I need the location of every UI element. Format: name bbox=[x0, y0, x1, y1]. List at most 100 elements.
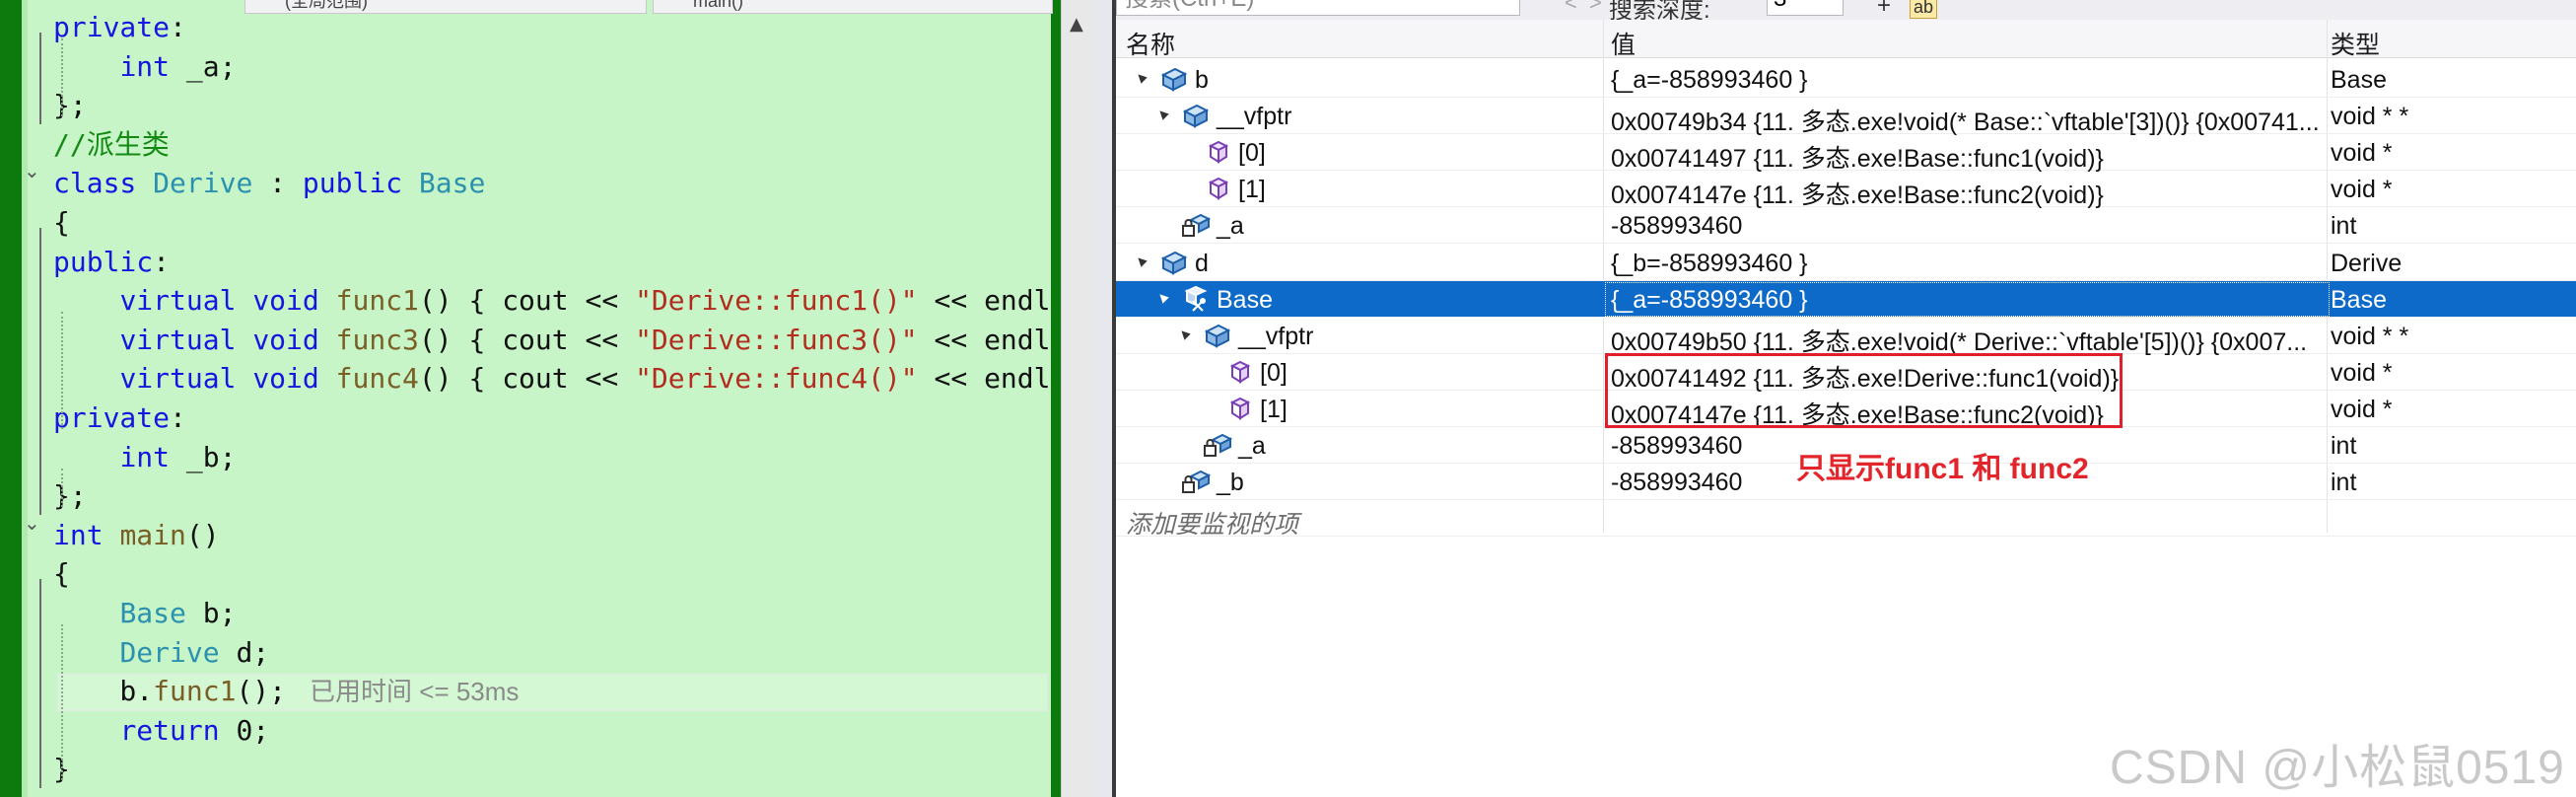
code-line[interactable]: virtual void func4() { cout << "Derive::… bbox=[53, 360, 1096, 398]
column-name-header[interactable]: 名称 bbox=[1126, 26, 1175, 61]
code-token: "Derive::func1()" bbox=[635, 284, 918, 318]
annotation-text: 只显示func1 和 func2 bbox=[1796, 453, 2089, 485]
watch-search-input[interactable]: 搜索(Ctrl+E) bbox=[1116, 0, 1520, 16]
add-watch-row[interactable]: 添加要监视的项 bbox=[1116, 500, 2576, 539]
watch-type: void * bbox=[2331, 358, 2393, 387]
watch-type: void * * bbox=[2331, 322, 2409, 350]
member-dropdown-label: main() bbox=[693, 0, 744, 11]
search-depth-label: 搜索深度: bbox=[1609, 0, 1710, 20]
code-editor[interactable]: private: int _a;}; //派生类 class Derive : pu… bbox=[0, 0, 1096, 797]
watch-value[interactable]: 0x00749b34 {11. 多态.exe!void(* Base::`vft… bbox=[1611, 103, 2323, 138]
fold-toggle-icon[interactable]: ⌄ bbox=[24, 511, 40, 535]
object-icon bbox=[1159, 249, 1189, 276]
fold-region-line bbox=[39, 33, 41, 124]
code-token: }; bbox=[53, 479, 87, 513]
watch-name: [1] bbox=[1260, 395, 1288, 423]
watch-type: int bbox=[2331, 212, 2357, 241]
code-line[interactable]: virtual void func1() { cout << "Derive::… bbox=[53, 282, 1096, 320]
code-line[interactable]: private: bbox=[53, 9, 186, 46]
code-line[interactable]: }; bbox=[53, 477, 87, 515]
code-line[interactable]: { bbox=[53, 555, 70, 593]
pane-splitter[interactable] bbox=[1096, 0, 1112, 797]
code-token: Base bbox=[418, 167, 486, 200]
watch-value[interactable]: {_b=-858993460 } bbox=[1611, 250, 2323, 278]
collapse-arrow-icon[interactable]: ▲ bbox=[1130, 66, 1152, 89]
watch-value[interactable]: 0x0074147e {11. 多态.exe!Base::func2(void)… bbox=[1611, 176, 2323, 211]
scope-dropdown[interactable]: (全局范围) bbox=[244, 0, 647, 14]
watch-row[interactable]: ▲ __vfptr 0x00749b50 {11. 多态.exe!void(* De… bbox=[1116, 318, 2576, 356]
code-line[interactable]: int main() bbox=[53, 517, 220, 554]
search-back-arrow-icon[interactable]: < bbox=[1565, 0, 1577, 16]
collapse-arrow-icon[interactable]: ▲ bbox=[1130, 250, 1152, 272]
watch-value[interactable]: -858993460 bbox=[1611, 212, 2323, 241]
watch-type: Base bbox=[2331, 285, 2387, 314]
collapse-arrow-icon[interactable]: ▲ bbox=[1173, 323, 1196, 345]
code-token: virtual bbox=[119, 362, 237, 396]
watch-row[interactable]: [0] 0x00741497 {11. 多态.exe!Base::func1(vo… bbox=[1116, 134, 2576, 173]
code-token: "Derive::func4()" bbox=[635, 362, 918, 396]
add-watch-icon[interactable]: + bbox=[1877, 0, 1891, 20]
member-dropdown[interactable]: main() bbox=[653, 0, 1053, 14]
code-line[interactable]: public: bbox=[53, 244, 170, 281]
code-token: func1 bbox=[335, 284, 419, 318]
watch-row[interactable]: ▲ Base {_a=-858993460 } Base bbox=[1116, 280, 2576, 318]
code-line[interactable]: return 0; bbox=[53, 712, 269, 750]
watch-name: _a bbox=[1217, 212, 1244, 241]
collapse-arrow-icon[interactable]: ▲ bbox=[1151, 103, 1174, 125]
code-token: int bbox=[119, 440, 171, 473]
code-token: () { cout << bbox=[418, 284, 636, 318]
code-line[interactable]: }; bbox=[53, 87, 87, 124]
code-token: : bbox=[170, 11, 186, 43]
code-token: func3 bbox=[335, 323, 419, 356]
watch-row[interactable]: [1] 0x0074147e {11. 多态.exe!Base::func2(vo… bbox=[1116, 171, 2576, 209]
scope-dropdown-label: (全局范围) bbox=[285, 0, 368, 11]
watch-row[interactable]: ▲ d {_b=-858993460 } Derive bbox=[1116, 245, 2576, 281]
code-line[interactable]: b.func1(); 已用时间 <= 53ms bbox=[53, 673, 519, 710]
code-line[interactable]: int _a; bbox=[53, 48, 236, 86]
code-line[interactable]: //派生类 bbox=[53, 126, 170, 164]
search-forward-arrow-icon[interactable]: > bbox=[1589, 0, 1602, 16]
column-type-header[interactable]: 类型 bbox=[2331, 26, 2380, 61]
code-line[interactable]: virtual void func3() { cout << "Derive::… bbox=[53, 322, 1096, 359]
code-token: : bbox=[170, 401, 186, 434]
watch-name: _a bbox=[1238, 432, 1266, 460]
watch-value[interactable]: 0x00741497 {11. 多态.exe!Base::func1(void)… bbox=[1611, 139, 2323, 175]
watch-row[interactable]: _a -858993460 int bbox=[1116, 207, 2576, 245]
watch-row[interactable]: ▲ __vfptr 0x00749b34 {11. 多态.exe!void(* Ba… bbox=[1116, 98, 2576, 136]
text-visualizer-icon[interactable]: ab bbox=[1910, 0, 1938, 19]
watch-row[interactable]: ▲ b {_a=-858993460 } Base bbox=[1116, 61, 2576, 98]
watch-type: Derive bbox=[2331, 249, 2402, 277]
code-token: _a; bbox=[170, 49, 237, 83]
scroll-up-arrow-icon[interactable]: ▲ bbox=[1070, 14, 1083, 35]
code-line[interactable]: Base b; bbox=[53, 595, 236, 632]
cube-icon bbox=[1224, 395, 1254, 422]
search-depth-select[interactable]: 3 bbox=[1767, 0, 1844, 16]
private-field-icon bbox=[1181, 211, 1212, 239]
code-token: d; bbox=[219, 635, 270, 669]
code-token: return bbox=[119, 713, 220, 747]
watch-value[interactable]: {_a=-858993460 } bbox=[1611, 66, 2323, 95]
code-line[interactable]: int _b; bbox=[53, 439, 236, 476]
collapse-arrow-icon[interactable]: ▲ bbox=[1151, 286, 1174, 309]
watch-window: 搜索(Ctrl+E) < > 搜索深度: 3 + ab 名称 值 类型 ▲ b {_… bbox=[1116, 0, 2576, 797]
watch-name: _b bbox=[1217, 469, 1244, 497]
column-value-header[interactable]: 值 bbox=[1611, 26, 1636, 61]
perf-tip: 已用时间 <= 53ms bbox=[310, 677, 520, 707]
fold-toggle-icon[interactable]: ⌄ bbox=[24, 159, 40, 182]
code-token: public bbox=[53, 245, 154, 278]
watch-name: __vfptr bbox=[1217, 103, 1292, 131]
code-line[interactable]: private: bbox=[53, 399, 186, 437]
code-line[interactable]: { bbox=[53, 204, 70, 242]
code-line[interactable]: Derive d; bbox=[53, 634, 269, 672]
indent-guide bbox=[61, 624, 63, 781]
code-line[interactable]: class Derive : public Base bbox=[53, 165, 485, 202]
value-focus-rect bbox=[1605, 281, 2330, 317]
editor-vertical-scrollbar[interactable]: ▲ bbox=[1061, 0, 1096, 797]
code-token: }; bbox=[53, 89, 87, 122]
code-token: () { cout << bbox=[418, 362, 636, 396]
